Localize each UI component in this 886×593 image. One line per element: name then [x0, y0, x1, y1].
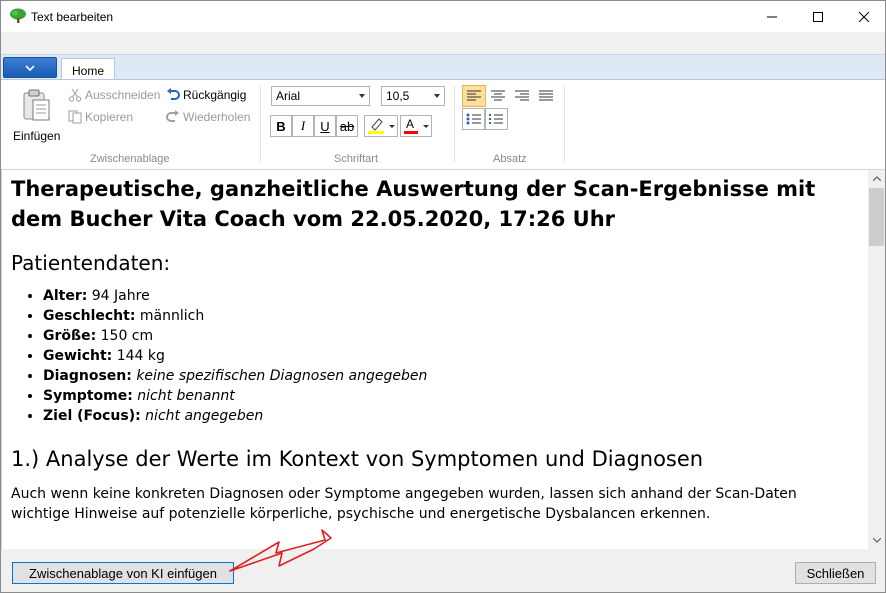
- document-content: Therapeutische, ganzheitliche Auswertung…: [11, 174, 861, 524]
- close-icon: [859, 11, 869, 22]
- vertical-scrollbar[interactable]: [868, 170, 885, 549]
- tree-icon: [10, 8, 26, 23]
- list-item: Geschlecht: männlich: [43, 306, 861, 326]
- underline-button[interactable]: U: [314, 115, 336, 137]
- chevron-down-icon: [25, 64, 35, 71]
- redo-button[interactable]: Wiederholen: [165, 107, 250, 127]
- cut-button[interactable]: Ausschneiden: [67, 85, 160, 105]
- highlight-color-button[interactable]: [364, 115, 398, 137]
- group-separator: [564, 86, 565, 162]
- dropdown-arrow-icon: [359, 94, 365, 98]
- ribbon-tab-row: Home: [1, 54, 885, 82]
- redo-label: Wiederholen: [183, 110, 251, 124]
- list-item: Alter: 94 Jahre: [43, 286, 861, 306]
- cut-label: Ausschneiden: [85, 88, 161, 102]
- redo-icon: [165, 109, 181, 125]
- copy-icon: [67, 109, 83, 125]
- minimize-icon: [767, 16, 777, 17]
- list-item: Diagnosen: keine spezifischen Diagnosen …: [43, 366, 861, 386]
- copy-label: Kopieren: [85, 110, 134, 124]
- strikethrough-button[interactable]: ab: [336, 115, 358, 137]
- list-item: Symptome: nicht benannt: [43, 386, 861, 406]
- align-left-icon: [467, 90, 481, 101]
- undo-icon: [165, 87, 181, 103]
- svg-text:A: A: [406, 117, 414, 131]
- scissors-icon: [67, 87, 83, 103]
- scroll-up-button[interactable]: [868, 170, 885, 187]
- maximize-icon: [813, 11, 823, 22]
- font-color-button[interactable]: A: [400, 115, 432, 137]
- ribbon-panel: Einfügen Ausschneiden Kopieren Rückgängi…: [1, 79, 885, 170]
- paste-icon: [23, 89, 50, 121]
- window-title: Text bearbeiten: [31, 10, 114, 24]
- align-right-button[interactable]: [510, 85, 534, 107]
- bullet-list-icon: [466, 113, 481, 125]
- chevron-down-icon: [872, 538, 881, 543]
- align-center-button[interactable]: [486, 85, 510, 107]
- list-item: Ziel (Focus): nicht angegeben: [43, 406, 861, 426]
- bold-button[interactable]: B: [270, 115, 292, 137]
- group-separator: [260, 86, 261, 162]
- paste-from-ki-button[interactable]: Zwischenablage von KI einfügen: [12, 562, 234, 584]
- list-item: Gewicht: 144 kg: [43, 346, 861, 366]
- scroll-down-button[interactable]: [868, 532, 885, 549]
- paragraph-group-label: Absatz: [493, 153, 527, 165]
- dialog-footer: Zwischenablage von KI einfügen Schließen: [1, 549, 885, 592]
- patient-data-list: Alter: 94 Jahre Geschlecht: männlich Grö…: [43, 286, 861, 426]
- undo-label: Rückgängig: [183, 88, 247, 102]
- patient-section-heading: Patientendaten:: [11, 251, 171, 275]
- undo-button[interactable]: Rückgängig: [165, 85, 246, 105]
- paste-label: Einfügen: [13, 129, 61, 143]
- font-size-value: 10,5: [386, 89, 410, 103]
- numbered-list-button[interactable]: [484, 108, 508, 130]
- text-editor-area[interactable]: Therapeutische, ganzheitliche Auswertung…: [1, 170, 868, 549]
- analysis-section-heading: 1.) Analyse der Werte im Kontext von Sym…: [11, 447, 704, 471]
- list-item: Größe: 150 cm: [43, 326, 861, 346]
- copy-button[interactable]: Kopieren: [67, 107, 133, 127]
- clipboard-group-label: Zwischenablage: [90, 153, 170, 165]
- font-color-icon: A: [404, 117, 429, 134]
- chevron-up-icon: [872, 176, 881, 181]
- document-title: Therapeutische, ganzheitliche Auswertung…: [11, 177, 816, 231]
- close-button[interactable]: Schließen: [795, 562, 876, 584]
- group-separator: [454, 86, 455, 162]
- highlighter-icon: [368, 118, 395, 134]
- application-menu-button[interactable]: [3, 57, 57, 78]
- justify-button[interactable]: [534, 85, 558, 107]
- maximize-button[interactable]: [795, 1, 841, 32]
- align-center-icon: [491, 90, 505, 101]
- text-editor-window: Text bearbeiten Home Einfügen Ausschneid…: [0, 0, 886, 593]
- font-group-label: Schriftart: [334, 153, 379, 165]
- align-justify-icon: [539, 90, 553, 101]
- numbered-list-icon: [489, 114, 503, 124]
- analysis-paragraph: Auch wenn keine konkreten Diagnosen oder…: [11, 486, 797, 522]
- font-family-select[interactable]: Arial: [271, 86, 370, 106]
- font-size-select[interactable]: 10,5: [381, 86, 445, 106]
- scrollbar-thumb[interactable]: [869, 188, 884, 246]
- bullet-list-button[interactable]: [462, 108, 486, 130]
- align-right-icon: [515, 90, 529, 101]
- align-left-button[interactable]: [462, 85, 486, 107]
- font-family-value: Arial: [276, 89, 301, 103]
- dropdown-arrow-icon: [434, 94, 440, 98]
- minimize-button[interactable]: [749, 1, 795, 32]
- italic-button[interactable]: I: [292, 115, 314, 137]
- close-window-button[interactable]: [841, 1, 886, 32]
- paste-button[interactable]: Einfügen: [9, 86, 63, 146]
- title-bar: Text bearbeiten: [1, 1, 885, 32]
